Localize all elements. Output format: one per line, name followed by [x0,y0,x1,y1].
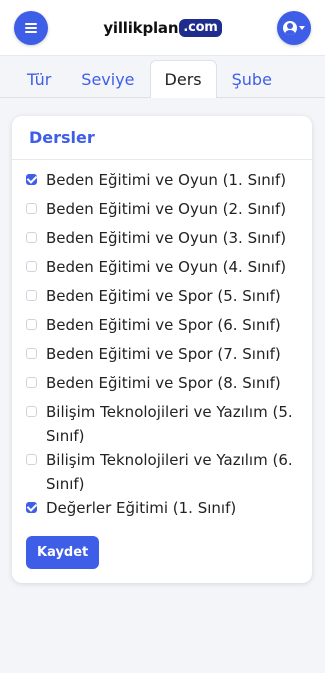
course-checkbox[interactable] [26,261,37,272]
course-item[interactable]: Beden Eğitimi ve Oyun (3. Sınıf) [12,226,312,255]
course-checkbox[interactable] [26,406,37,417]
course-list: Beden Eğitimi ve Oyun (1. Sınıf) Beden Eğ… [12,160,312,525]
course-checkbox[interactable] [26,203,37,214]
course-item[interactable]: Beden Eğitimi ve Spor (8. Sınıf) [12,371,312,400]
course-item[interactable]: Bilişim Teknolojileri ve Yazılım (6. Sın… [12,448,312,496]
card-title: Dersler [12,116,312,160]
tab-seviye[interactable]: Seviye [66,60,149,98]
tab-bar: Tür Seviye Ders Şube [0,58,325,98]
course-item[interactable]: Beden Eğitimi ve Spor (7. Sınıf) [12,342,312,371]
course-checkbox[interactable] [26,174,37,185]
site-logo[interactable]: yillikplan .com [103,18,222,37]
course-label: Beden Eğitimi ve Spor (5. Sınıf) [46,287,281,305]
course-label: Beden Eğitimi ve Oyun (4. Sınıf) [46,258,287,276]
course-label: Beden Eğitimi ve Oyun (3. Sınıf) [46,229,287,247]
course-item[interactable]: Beden Eğitimi ve Spor (5. Sınıf) [12,284,312,313]
course-checkbox[interactable] [26,377,37,388]
course-label: Beden Eğitimi ve Oyun (2. Sınıf) [46,200,287,218]
user-circle-icon [282,20,297,35]
hamburger-icon [25,22,37,33]
course-checkbox[interactable] [26,348,37,359]
course-checkbox[interactable] [26,232,37,243]
course-item[interactable]: Beden Eğitimi ve Oyun (2. Sınıf) [12,197,312,226]
tab-sube[interactable]: Şube [217,60,287,98]
save-button[interactable]: Kaydet [26,536,100,569]
course-label: Beden Eğitimi ve Spor (8. Sınıf) [46,374,281,392]
logo-suffix: .com [179,18,222,37]
course-checkbox[interactable] [26,502,37,513]
caret-down-icon [298,25,305,30]
course-item[interactable]: Beden Eğitimi ve Spor (6. Sınıf) [12,313,312,342]
course-checkbox[interactable] [26,290,37,301]
course-label: Bilişim Teknolojileri ve Yazılım (5. Sın… [46,403,293,445]
course-label: Beden Eğitimi ve Oyun (1. Sınıf) [46,171,287,189]
course-label: Değerler Eğitimi (1. Sınıf) [46,499,237,517]
course-item[interactable]: Bilişim Teknolojileri ve Yazılım (5. Sın… [12,400,312,448]
course-item[interactable]: Değerler Eğitimi (1. Sınıf) [12,496,312,525]
tab-tur[interactable]: Tür [12,60,66,98]
course-checkbox[interactable] [26,454,37,465]
courses-card: Dersler Beden Eğitimi ve Oyun (1. Sınıf)… [12,116,312,583]
tab-ders[interactable]: Ders [149,60,217,98]
menu-button[interactable] [14,10,48,45]
course-item[interactable]: Beden Eğitimi ve Oyun (4. Sınıf) [12,255,312,284]
top-navbar: yillikplan .com [0,0,325,56]
course-label: Bilişim Teknolojileri ve Yazılım (6. Sın… [46,451,293,493]
course-item[interactable]: Beden Eğitimi ve Oyun (1. Sınıf) [12,168,312,197]
course-label: Beden Eğitimi ve Spor (7. Sınıf) [46,345,281,363]
course-checkbox[interactable] [26,319,37,330]
course-label: Beden Eğitimi ve Spor (6. Sınıf) [46,316,281,334]
user-menu-button[interactable] [276,10,311,45]
logo-main-text: yillikplan [103,18,179,37]
